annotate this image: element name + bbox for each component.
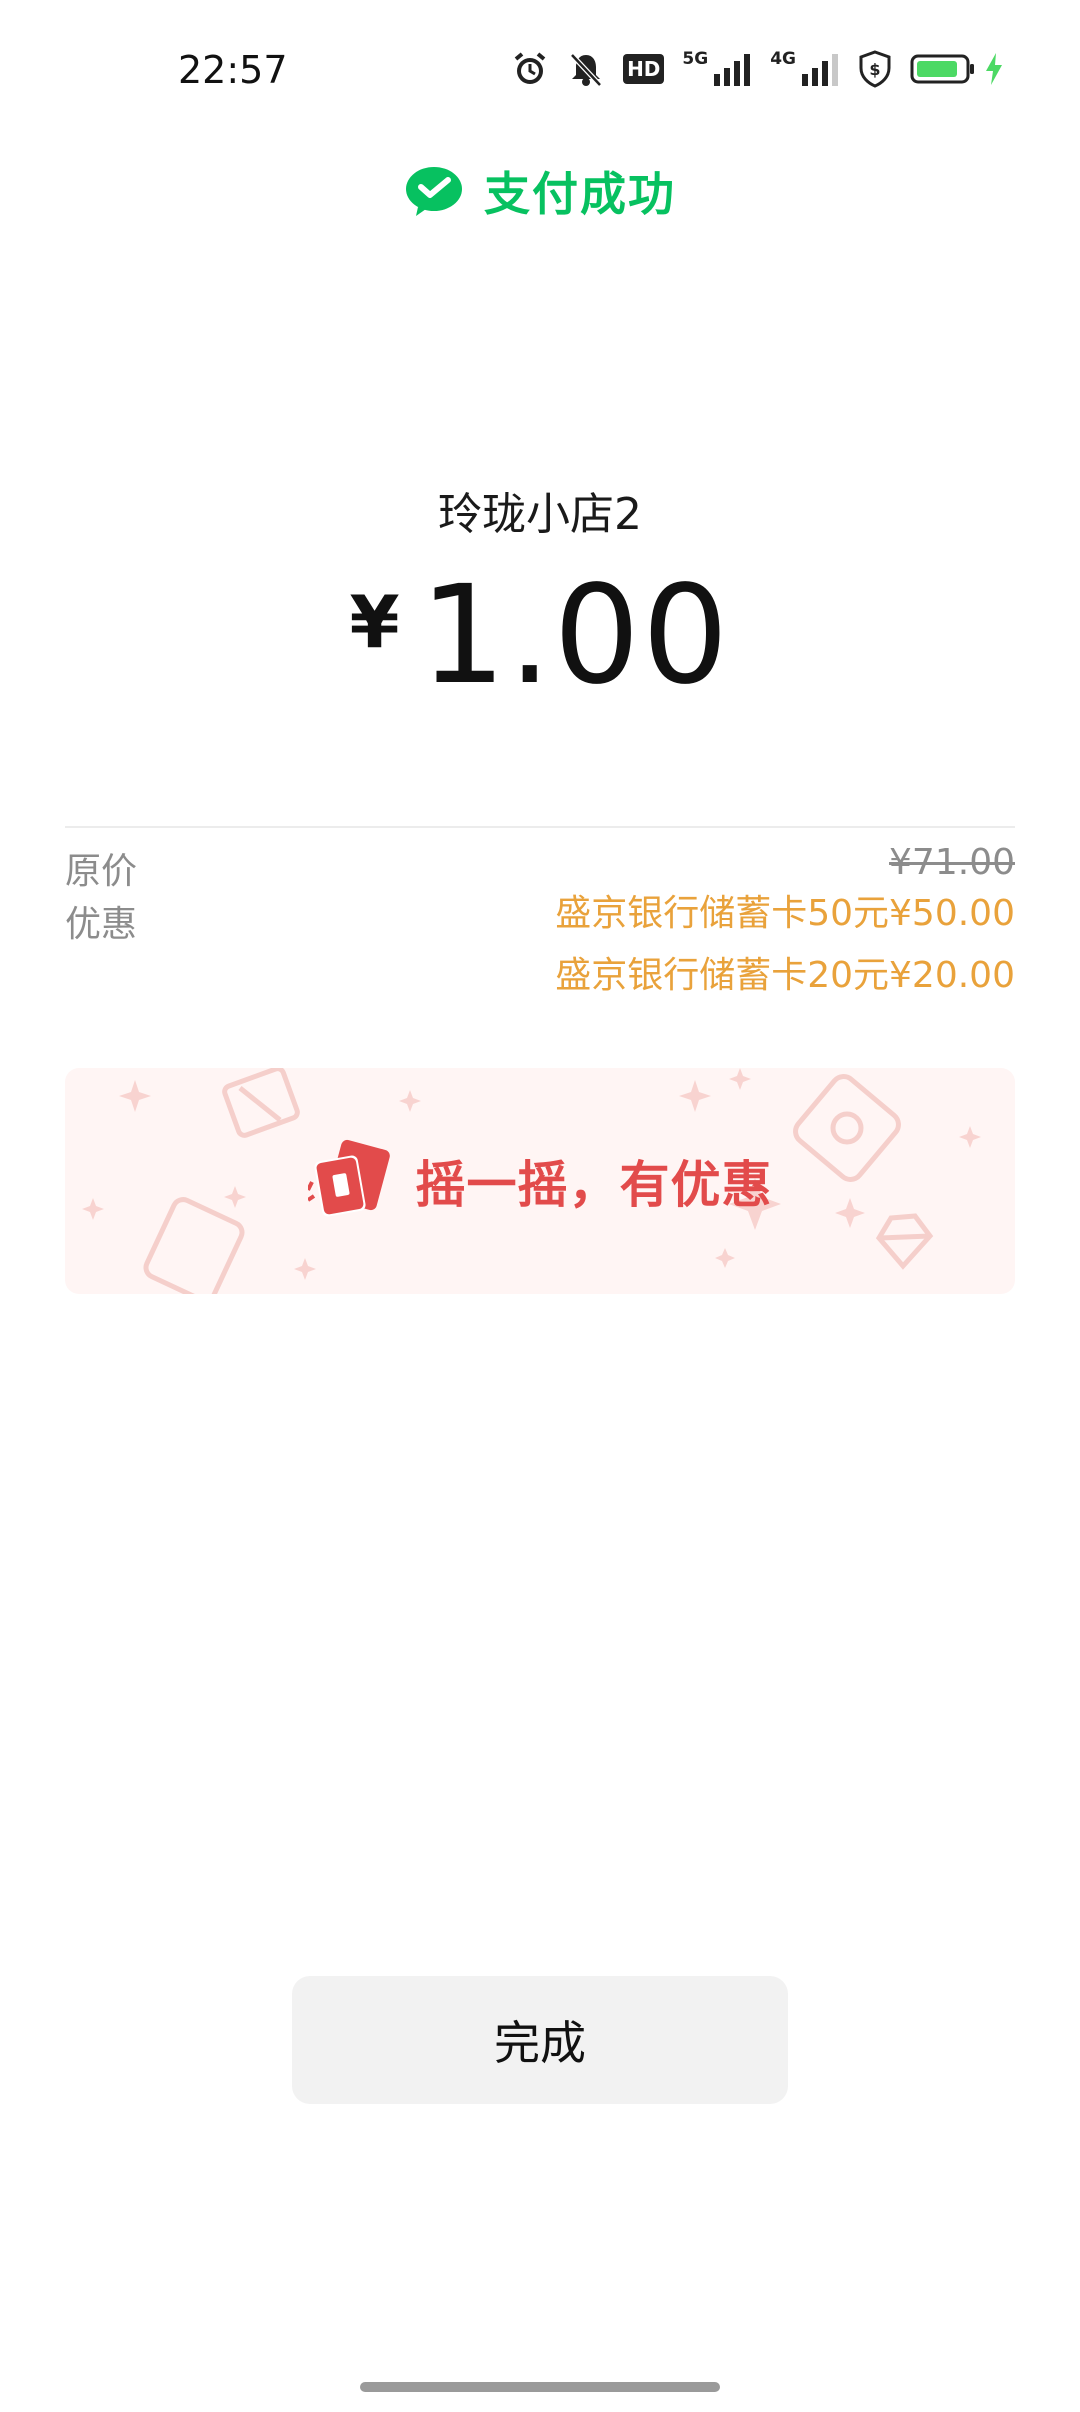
discount-item: 盛京银行储蓄卡20元¥20.00 (555, 955, 1015, 996)
status-icons: HD 5G 4G $ (511, 50, 1004, 88)
discount-row: 优惠 盛京银行储蓄卡50元¥50.00 盛京银行储蓄卡20元¥20.00 (65, 893, 1015, 1025)
5g-signal-icon (714, 54, 751, 86)
original-price-label: 原价 (65, 851, 138, 892)
mute-icon (570, 53, 602, 87)
wechat-pay-icon (406, 167, 462, 216)
payment-amount: ¥ 1.00 (0, 568, 1080, 704)
amount-value: 1.00 (419, 557, 731, 715)
original-price-value: ¥71.00 (889, 842, 1015, 883)
hd-voice-icon: HD (623, 54, 665, 84)
home-indicator[interactable] (360, 2382, 720, 2392)
payment-status-header: 支付成功 (0, 158, 1080, 224)
security-icon: $ (859, 50, 891, 88)
promo-content: 摇一摇，有优惠 (65, 1068, 1015, 1294)
status-time: 22:57 (178, 48, 288, 92)
5g-label: 5G (682, 48, 709, 69)
discount-item: 盛京银行储蓄卡50元¥50.00 (555, 893, 1015, 934)
discount-label: 优惠 (65, 904, 138, 945)
shake-coupon-icon (307, 1139, 390, 1217)
promo-text: 摇一摇，有优惠 (415, 1156, 773, 1214)
merchant-name: 玲珑小店2 (438, 489, 642, 540)
alarm-icon (514, 52, 546, 84)
shake-promo-banner[interactable]: 摇一摇，有优惠 (65, 1068, 1015, 1294)
svg-text:$: $ (869, 60, 880, 79)
discount-list: 盛京银行储蓄卡50元¥50.00 盛京银行储蓄卡20元¥20.00 (555, 883, 1015, 1007)
divider (65, 826, 1015, 828)
currency-symbol: ¥ (349, 580, 400, 664)
4g-label: 4G (770, 48, 796, 69)
4g-signal-icon (802, 54, 838, 86)
payment-success-title: 支付成功 (484, 167, 676, 221)
charging-icon (986, 53, 1002, 85)
done-button[interactable]: 完成 (292, 1976, 788, 2104)
battery-icon (910, 54, 974, 84)
payment-success-page: 22:57 HD 5G 4G $ 支付成功 玲珑小店2 ¥ 1.00 原价 ¥7… (0, 0, 1080, 2412)
status-bar: 22:57 HD 5G 4G $ (0, 40, 1080, 104)
